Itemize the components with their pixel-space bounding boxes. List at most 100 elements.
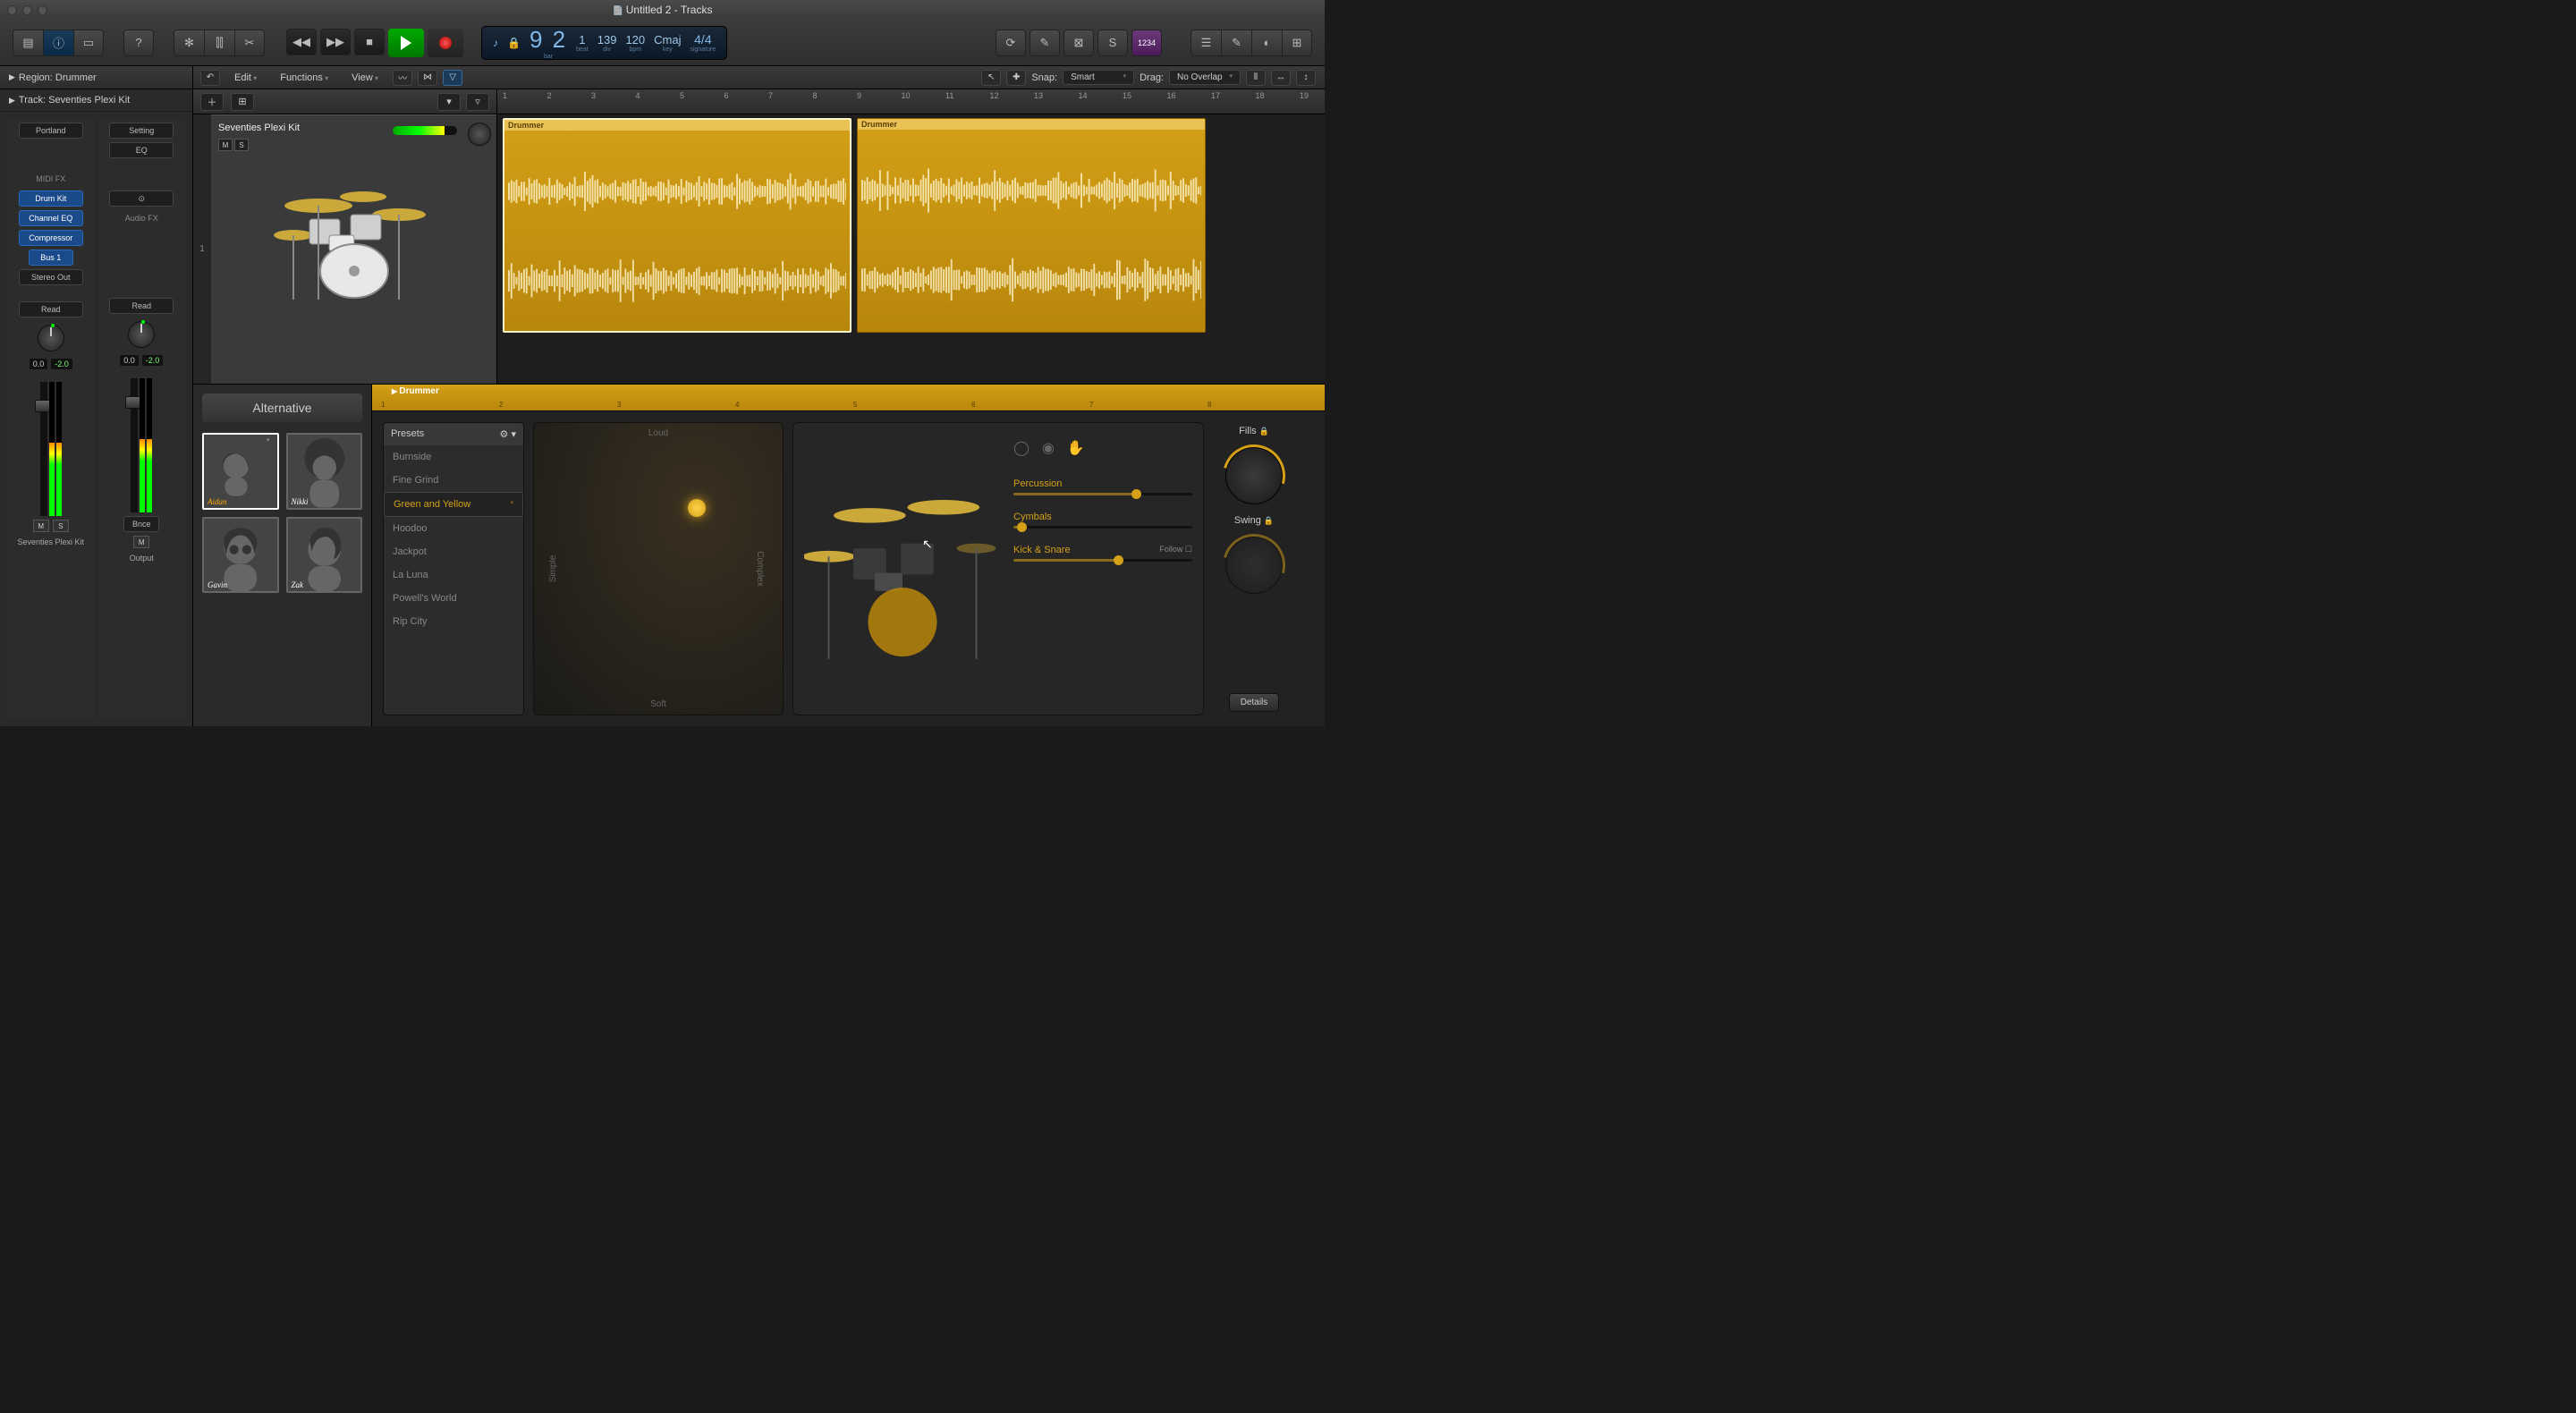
presets-gear-icon[interactable]: ⚙ ▾ — [500, 428, 516, 440]
browser-button[interactable]: ⊞ — [1282, 30, 1312, 56]
lock-icon[interactable]: 🔒 — [1259, 427, 1269, 436]
low-latency-button[interactable]: ⊠ — [1063, 30, 1094, 56]
timeline-ruler[interactable]: 12345678910111213141516171819 — [497, 89, 1325, 114]
cycle-button[interactable]: ⟳ — [996, 30, 1026, 56]
editor-ruler[interactable]: Drummer 12345678 — [372, 385, 1325, 411]
setting-slot[interactable]: Portland — [19, 123, 83, 139]
kick-snare-slider[interactable] — [1013, 559, 1192, 562]
setting-slot[interactable]: Setting — [109, 123, 174, 139]
preset-item[interactable]: Powell's World — [384, 587, 523, 610]
functions-menu[interactable]: Functions — [271, 70, 337, 86]
bounce-button[interactable]: Bnce — [123, 516, 159, 532]
add-track-button[interactable]: ＋ — [200, 93, 224, 111]
catch-icon[interactable]: ▽ — [443, 70, 462, 86]
shaker-icon[interactable]: ◉ — [1042, 439, 1055, 457]
genre-header[interactable]: Alternative — [202, 393, 362, 422]
loops-button[interactable]: ◐ — [1251, 30, 1282, 56]
count-in-button[interactable]: 1234 — [1131, 30, 1162, 56]
list-editors-button[interactable]: ☰ — [1191, 30, 1221, 56]
drummer-avatar[interactable]: Nikki — [286, 433, 363, 510]
automation-mode[interactable]: Read — [19, 301, 83, 317]
drummer-avatar[interactable]: Zak — [286, 517, 363, 594]
pointer-tool-icon[interactable]: ↖ — [981, 70, 1001, 86]
preset-item[interactable]: La Luna — [384, 563, 523, 587]
stereo-slot[interactable]: ⊙ — [109, 190, 174, 207]
track-row[interactable]: 1 Seventies Plexi Kit M S — [193, 114, 496, 384]
play-button[interactable] — [388, 29, 424, 57]
replace-button[interactable]: ✎ — [1030, 30, 1060, 56]
view-menu[interactable]: View — [343, 70, 387, 86]
forward-button[interactable]: ▶▶ — [320, 29, 351, 55]
record-button[interactable] — [428, 29, 463, 57]
volume-fader[interactable] — [131, 378, 138, 512]
tracks-area[interactable]: 12345678910111213141516171819 Drummer Dr… — [497, 89, 1325, 384]
back-arrow-icon[interactable]: ↶ — [200, 70, 220, 86]
track-header-cell[interactable]: Seventies Plexi Kit M S — [211, 114, 496, 384]
clap-icon[interactable]: ✋ — [1067, 439, 1085, 457]
zoom-vert-icon[interactable]: ↕ — [1296, 70, 1316, 86]
toolbar-toggle-button[interactable]: ▭ — [73, 30, 104, 56]
eq-slot[interactable]: EQ — [109, 142, 174, 158]
smart-controls-button[interactable]: ✻ — [174, 30, 204, 56]
xy-puck[interactable] — [688, 499, 706, 517]
lock-icon[interactable]: 🔒 — [1264, 516, 1274, 525]
swing-knob[interactable] — [1225, 537, 1283, 594]
track-filter-button[interactable]: ▿ — [466, 93, 489, 111]
zoom-horiz-icon[interactable]: ↔ — [1271, 70, 1291, 86]
preset-item[interactable]: Rip City — [384, 610, 523, 633]
duplicate-track-button[interactable]: ⊞ — [231, 93, 254, 111]
snap-select[interactable]: Smart — [1063, 70, 1134, 85]
regions-lane[interactable]: Drummer Drummer — [497, 114, 1325, 384]
automation-mode[interactable]: Read — [109, 298, 174, 314]
track-inspector-header[interactable]: ▶Track: Seventies Plexi Kit — [0, 89, 192, 112]
quick-help-button[interactable]: ? — [123, 30, 154, 56]
cymbals-slider[interactable] — [1013, 526, 1192, 529]
track-solo-button[interactable]: S — [234, 139, 249, 151]
notepad-button[interactable]: ✎ — [1221, 30, 1251, 56]
global-tracks-button[interactable]: ▾ — [437, 93, 461, 111]
inspector-button[interactable]: ⓘ — [43, 30, 73, 56]
output-slot[interactable]: Stereo Out — [19, 269, 83, 285]
track-mute-button[interactable]: M — [218, 139, 233, 151]
drummer-avatar[interactable]: Gavin — [202, 517, 279, 594]
close-window-icon[interactable] — [7, 5, 17, 15]
pan-knob[interactable] — [128, 321, 155, 348]
preset-item[interactable]: Green and Yellow — [384, 492, 523, 517]
instrument-slot[interactable]: Drum Kit — [19, 190, 83, 207]
edit-menu[interactable]: Edit — [225, 70, 266, 86]
details-button[interactable]: Details — [1229, 693, 1280, 712]
audio-fx-slot-2[interactable]: Compressor — [19, 230, 83, 246]
solo-button[interactable]: S — [53, 520, 69, 532]
xy-pad[interactable]: Loud Soft Simple Complex — [533, 422, 784, 715]
zoom-window-icon[interactable] — [38, 5, 47, 15]
preset-item[interactable]: Burnside — [384, 445, 523, 469]
flex-icon[interactable]: ⋈ — [418, 70, 437, 86]
mixer-button[interactable]: ⫿⫿ — [204, 30, 234, 56]
kit-visual[interactable]: ↖ — [804, 434, 1001, 704]
volume-fader[interactable] — [40, 382, 47, 516]
minimize-window-icon[interactable] — [22, 5, 32, 15]
audio-fx-slot-1[interactable]: Channel EQ — [19, 210, 83, 226]
region[interactable]: Drummer — [503, 118, 852, 333]
stop-button[interactable]: ■ — [354, 29, 385, 55]
lcd-display[interactable]: ♪ 🔒 9 2bar 1beat 139div 120bpm Cmajkey 4… — [481, 26, 727, 60]
region-inspector-header[interactable]: ▶Region: Drummer — [0, 66, 193, 89]
region[interactable]: Drummer — [857, 118, 1206, 333]
drag-select[interactable]: No Overlap — [1169, 70, 1241, 85]
editors-button[interactable]: ✂ — [234, 30, 265, 56]
solo-mode-button[interactable]: S — [1097, 30, 1128, 56]
preset-item[interactable]: Fine Grind — [384, 469, 523, 492]
library-button[interactable]: ▤ — [13, 30, 43, 56]
tambourine-icon[interactable]: ◯ — [1013, 439, 1030, 457]
fills-knob[interactable] — [1225, 447, 1283, 504]
mute-button[interactable]: M — [133, 536, 149, 548]
preset-item[interactable]: Hoodoo — [384, 517, 523, 540]
track-pan-knob[interactable] — [468, 123, 491, 146]
rewind-button[interactable]: ◀◀ — [286, 29, 317, 55]
preset-item[interactable]: Jackpot — [384, 540, 523, 563]
pencil-tool-icon[interactable]: ✚ — [1006, 70, 1026, 86]
pan-knob[interactable] — [38, 325, 64, 351]
send-slot[interactable]: Bus 1 — [29, 250, 73, 266]
mute-button[interactable]: M — [33, 520, 49, 532]
waveform-zoom-icon[interactable]: ⫴ — [1246, 70, 1266, 86]
